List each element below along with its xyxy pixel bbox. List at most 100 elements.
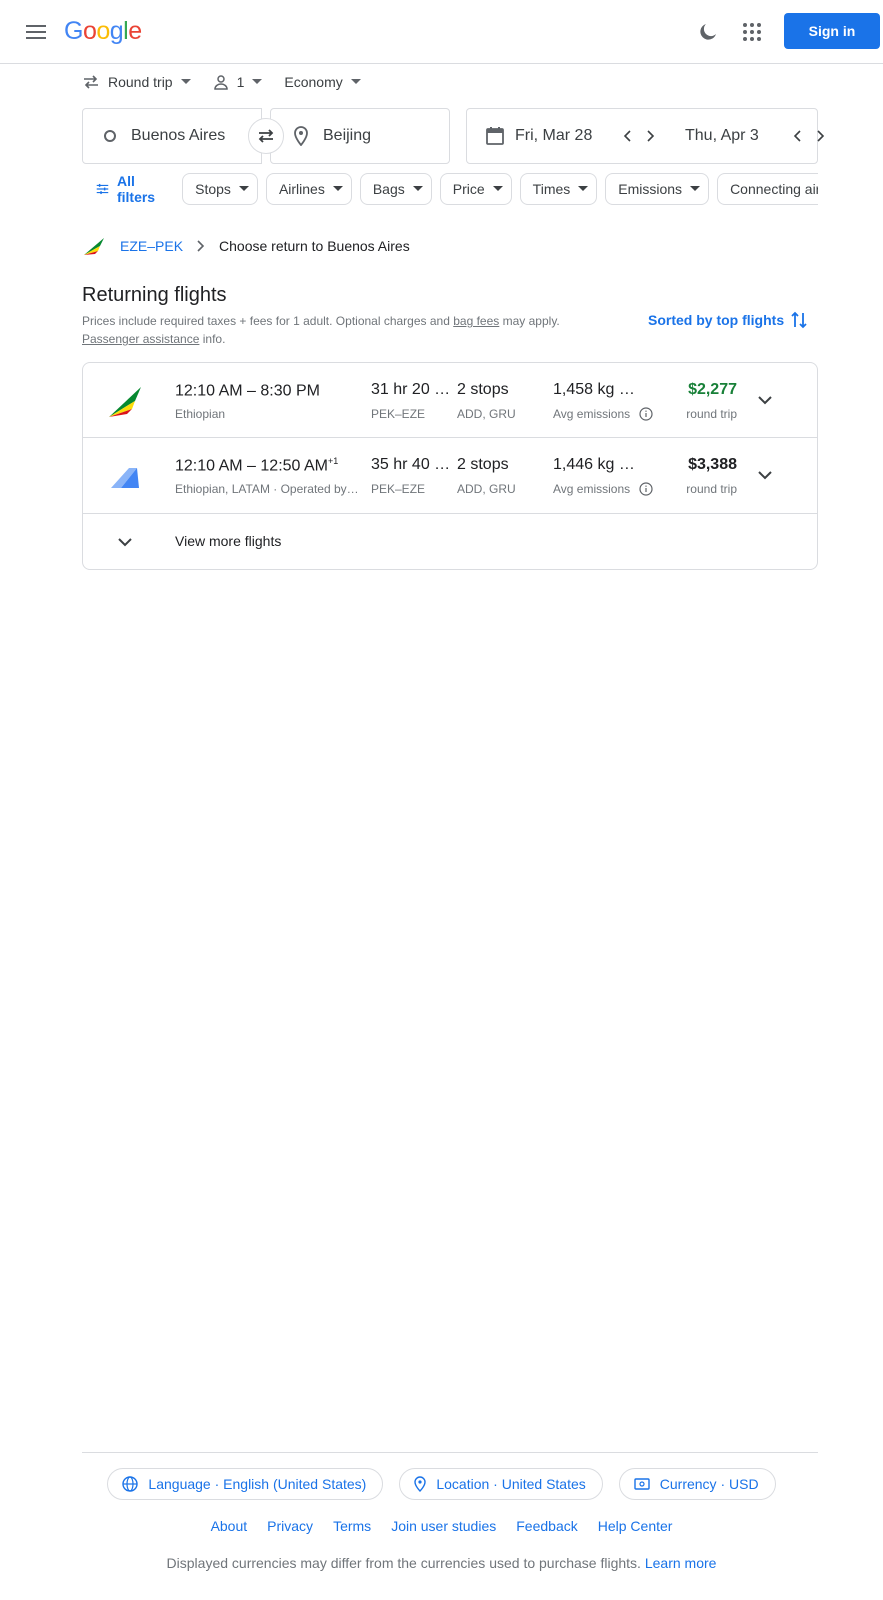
airline-name: Ethiopian, LATAM · Operated by LATAM Bra…: [175, 482, 359, 496]
dark-theme-button[interactable]: [696, 20, 720, 44]
flight-duration: 35 hr 40 min: [371, 456, 457, 473]
filter-chip-price[interactable]: Price: [439, 173, 512, 205]
stop-airports: ADD, GRU: [457, 407, 516, 421]
dropdown-arrow-icon: [332, 186, 343, 191]
breadcrumb: EZE–PEK Choose return to Buenos Aires: [82, 236, 410, 256]
cabin-class-select[interactable]: Economy: [284, 74, 361, 90]
info-icon[interactable]: [639, 482, 653, 496]
depart-date-field[interactable]: Fri, Mar 28: [485, 109, 663, 163]
learn-more-link[interactable]: Learn more: [645, 1555, 717, 1571]
flight-price: $2,277: [688, 381, 737, 398]
globe-icon: [122, 1476, 139, 1492]
all-filters-label: All filters: [116, 173, 156, 205]
destination-value: Beijing: [323, 127, 372, 144]
flight-stops: 2 stops: [457, 381, 509, 398]
passengers-select[interactable]: 1: [213, 74, 263, 90]
flight-row[interactable]: 12:10 AM – 12:50 AM+1 Ethiopian, LATAM ·…: [83, 437, 817, 511]
chevron-down-icon: [758, 395, 772, 404]
flight-times: 12:10 AM – 12:50 AM+1: [175, 456, 339, 475]
trip-type-select[interactable]: Round trip: [82, 74, 191, 90]
person-icon: [213, 75, 228, 90]
return-date-field[interactable]: Thu, Apr 3: [685, 109, 833, 163]
origin-value: Buenos Aires: [131, 127, 226, 144]
chevron-down-icon: [758, 470, 772, 479]
swap-arrows-icon: [258, 129, 274, 143]
dropdown-arrow-icon: [690, 186, 701, 191]
flight-stops: 2 stops: [457, 456, 509, 473]
location-button[interactable]: Location · United States: [399, 1468, 603, 1500]
depart-prev-day-button[interactable]: [615, 124, 639, 148]
trip-type-label: Round trip: [108, 74, 173, 90]
footer-link-about[interactable]: About: [211, 1518, 248, 1534]
location-pin-icon: [294, 126, 308, 146]
flight-results-list: 12:10 AM – 8:30 PM Ethiopian 31 hr 20 mi…: [82, 362, 818, 570]
airline-name: Ethiopian: [175, 407, 226, 421]
depart-next-day-button[interactable]: [639, 124, 663, 148]
language-button[interactable]: Language · English (United States): [107, 1468, 384, 1500]
footer-link-user-studies[interactable]: Join user studies: [391, 1518, 496, 1534]
origin-circle-icon: [104, 130, 116, 142]
filter-chip-connecting-airports[interactable]: Connecting airports: [717, 173, 818, 205]
multi-airline-logo-icon: [111, 468, 139, 488]
footer-link-privacy[interactable]: Privacy: [267, 1518, 313, 1534]
bag-fees-link[interactable]: bag fees: [453, 314, 499, 328]
flight-duration: 31 hr 20 min: [371, 381, 457, 398]
price-type-label: round trip: [686, 482, 737, 496]
dropdown-arrow-icon: [180, 79, 191, 84]
currency-button[interactable]: Currency · USD: [618, 1468, 776, 1500]
return-next-day-button[interactable]: [809, 124, 833, 148]
return-prev-day-button[interactable]: [785, 124, 809, 148]
passenger-assistance-link[interactable]: Passenger assistance: [82, 332, 199, 346]
passengers-count: 1: [236, 74, 245, 90]
filter-chip-airlines[interactable]: Airlines: [265, 173, 352, 205]
google-logo[interactable]: Google: [64, 17, 142, 46]
view-more-flights-button[interactable]: View more flights: [83, 513, 817, 569]
filter-chip-times[interactable]: Times: [519, 173, 598, 205]
chevron-right-icon: [647, 130, 655, 142]
main-menu-button[interactable]: [20, 16, 52, 48]
section-title: Returning flights: [82, 284, 227, 306]
sort-button[interactable]: Sorted by top flights: [648, 310, 808, 330]
breadcrumb-outbound-route-link[interactable]: EZE–PEK: [120, 238, 183, 254]
all-filters-button[interactable]: All filters: [82, 173, 174, 205]
dropdown-arrow-icon: [492, 186, 503, 191]
swap-origin-destination-button[interactable]: [248, 118, 284, 154]
breadcrumb-current-step: Choose return to Buenos Aires: [219, 238, 410, 254]
flight-route: PEK–EZE: [371, 407, 426, 421]
footer-links: About Privacy Terms Join user studies Fe…: [0, 1518, 883, 1534]
footer-link-help-center[interactable]: Help Center: [598, 1518, 673, 1534]
info-icon[interactable]: [639, 407, 653, 421]
origin-field[interactable]: Buenos Aires: [82, 108, 262, 164]
chevron-right-icon: [817, 130, 825, 142]
dropdown-arrow-icon: [412, 186, 423, 191]
chevron-left-icon: [793, 130, 801, 142]
footer-link-feedback[interactable]: Feedback: [516, 1518, 577, 1534]
filter-chip-stops[interactable]: Stops: [182, 173, 258, 205]
expand-flight-details-button[interactable]: [753, 388, 777, 412]
swap-horiz-icon: [84, 75, 98, 89]
return-date-value: Thu, Apr 3: [685, 127, 759, 144]
filter-bar: All filters Stops Airlines Bags Price Ti…: [82, 172, 818, 206]
destination-field[interactable]: Beijing: [270, 108, 450, 164]
emissions-label: Avg emissions: [553, 482, 653, 496]
dropdown-arrow-icon: [578, 186, 589, 191]
calendar-icon: [486, 127, 504, 145]
view-more-flights-label: View more flights: [175, 533, 282, 549]
sort-arrows-icon: [791, 311, 807, 329]
filter-chip-bags[interactable]: Bags: [359, 173, 432, 205]
ethiopian-airlines-logo-icon: [84, 238, 104, 255]
dropdown-arrow-icon: [238, 186, 249, 191]
sign-in-button[interactable]: Sign in: [784, 13, 880, 49]
currency-disclaimer: Displayed currencies may differ from the…: [166, 1555, 717, 1571]
footer-settings: Language · English (United States) Locat…: [0, 1468, 883, 1500]
filter-chip-emissions[interactable]: Emissions: [605, 173, 710, 205]
google-apps-button[interactable]: [740, 20, 764, 44]
price-disclaimer: Prices include required taxes + fees for…: [82, 314, 560, 346]
price-type-label: round trip: [686, 407, 737, 421]
emissions-label: Avg emissions: [553, 407, 653, 421]
dates-field: Fri, Mar 28 Thu, Apr 3: [466, 108, 825, 164]
flight-row[interactable]: 12:10 AM – 8:30 PM Ethiopian 31 hr 20 mi…: [83, 363, 817, 437]
expand-flight-details-button[interactable]: [753, 463, 777, 487]
footer-link-terms[interactable]: Terms: [333, 1518, 371, 1534]
stop-airports: ADD, GRU: [457, 482, 516, 496]
